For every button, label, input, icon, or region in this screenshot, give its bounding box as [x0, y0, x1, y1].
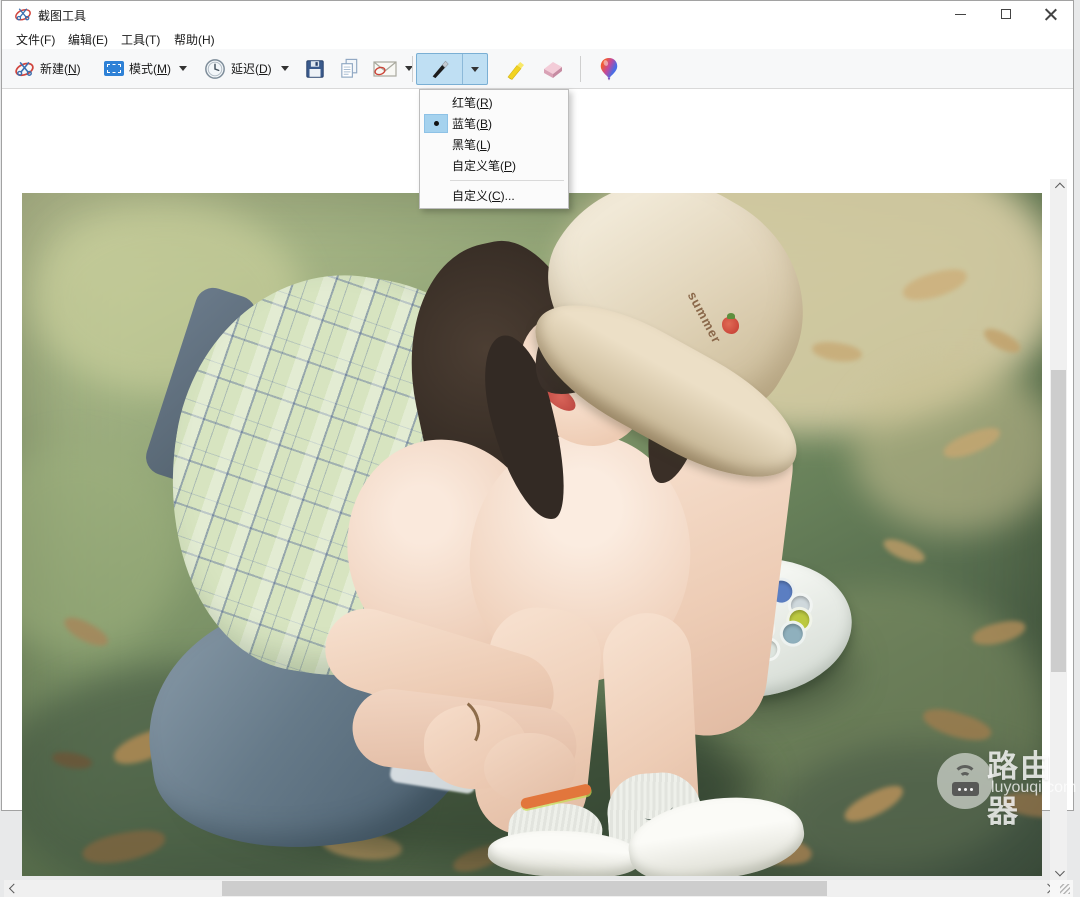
pen-icon: [429, 58, 451, 80]
copy-button[interactable]: [332, 54, 367, 84]
eraser-icon: [540, 57, 566, 81]
clock-icon: [204, 58, 226, 80]
minimize-icon: [955, 14, 966, 15]
horizontal-scrollbar[interactable]: [4, 880, 1055, 897]
menu-separator: [450, 180, 564, 181]
chevron-up-icon: [1055, 183, 1065, 193]
window-title: 截图工具: [38, 7, 86, 24]
scissors-icon: [14, 5, 32, 23]
menu-help[interactable]: 帮助(H): [168, 29, 221, 47]
resize-grip-icon[interactable]: [1060, 884, 1070, 894]
selection-marquee-icon: [104, 61, 124, 76]
save-button[interactable]: [298, 54, 332, 84]
delay-button[interactable]: 延迟(D): [198, 54, 278, 84]
delay-button-label: 延迟(D): [231, 60, 272, 77]
chevron-down-icon: [1055, 867, 1065, 877]
close-icon: [1045, 8, 1057, 20]
scissors-icon: [14, 58, 35, 79]
leaf: [881, 534, 928, 567]
selected-radio-dot-icon: [434, 121, 439, 126]
paint3d-button[interactable]: [592, 54, 626, 84]
menu-file[interactable]: 文件(F): [10, 29, 61, 47]
snipping-tool-window: 截图工具 文件(F) 编辑(E) 工具(T) 帮助(H) 新建(N) 模式(M): [1, 0, 1074, 811]
new-button[interactable]: 新建(N): [8, 54, 87, 84]
title-bar: 截图工具: [2, 1, 1073, 27]
vertical-scroll-thumb[interactable]: [1051, 370, 1066, 672]
vertical-scrollbar[interactable]: [1050, 179, 1067, 880]
mode-button[interactable]: 模式(M): [98, 54, 177, 84]
maximize-icon: [1001, 9, 1011, 19]
chevron-down-icon: [471, 67, 479, 72]
copy-pages-icon: [338, 57, 361, 80]
pen-button[interactable]: [417, 54, 463, 84]
scrollbar-corner: [1050, 880, 1073, 897]
mode-button-label: 模式(M): [129, 60, 171, 77]
pen-color-menu: 红笔(R) 蓝笔(B) 黑笔(L) 自定义笔(P) 自定义(C)...: [419, 89, 569, 209]
balloon-paint3d-icon: [598, 57, 620, 81]
menu-item-black-pen[interactable]: 黑笔(L): [420, 134, 568, 155]
eraser-button[interactable]: [534, 54, 572, 84]
highlighter-icon: [504, 57, 528, 81]
scroll-left-button[interactable]: [4, 880, 21, 897]
mode-dropdown-arrow[interactable]: [174, 54, 192, 84]
snip-canvas[interactable]: summer: [22, 193, 1042, 876]
light-patch: [22, 443, 182, 653]
toolbar-separator: [412, 56, 413, 82]
highlighter-button[interactable]: [498, 54, 534, 84]
chevron-down-icon: [281, 66, 289, 71]
email-button[interactable]: [366, 54, 404, 84]
menu-tools[interactable]: 工具(T): [115, 29, 166, 47]
menu-item-customize[interactable]: 自定义(C)...: [420, 185, 568, 206]
strawberry-patch: [722, 317, 739, 334]
minimize-button[interactable]: [938, 1, 983, 27]
menu-edit[interactable]: 编辑(E): [62, 29, 114, 47]
delay-dropdown-arrow[interactable]: [276, 54, 294, 84]
maximize-button[interactable]: [983, 1, 1028, 27]
menu-item-red-pen[interactable]: 红笔(R): [420, 92, 568, 113]
horizontal-scroll-thumb[interactable]: [222, 881, 827, 896]
menu-item-custom-pen[interactable]: 自定义笔(P): [420, 155, 568, 176]
toolbar: 新建(N) 模式(M) 延迟(D): [2, 49, 1073, 89]
floppy-disk-icon: [304, 58, 326, 80]
pen-dropdown-arrow[interactable]: [463, 54, 487, 84]
chevron-down-icon: [179, 66, 187, 71]
new-button-label: 新建(N): [40, 60, 81, 77]
menu-bar: 文件(F) 编辑(E) 工具(T) 帮助(H): [2, 27, 1073, 49]
pen-button-group: [416, 53, 488, 85]
close-button[interactable]: [1028, 1, 1073, 27]
scroll-up-button[interactable]: [1050, 179, 1067, 196]
scroll-down-button[interactable]: [1050, 863, 1067, 880]
toolbar-separator: [580, 56, 581, 82]
chevron-left-icon: [9, 884, 19, 894]
send-email-icon: [372, 58, 398, 80]
menu-item-blue-pen[interactable]: 蓝笔(B): [420, 113, 568, 134]
